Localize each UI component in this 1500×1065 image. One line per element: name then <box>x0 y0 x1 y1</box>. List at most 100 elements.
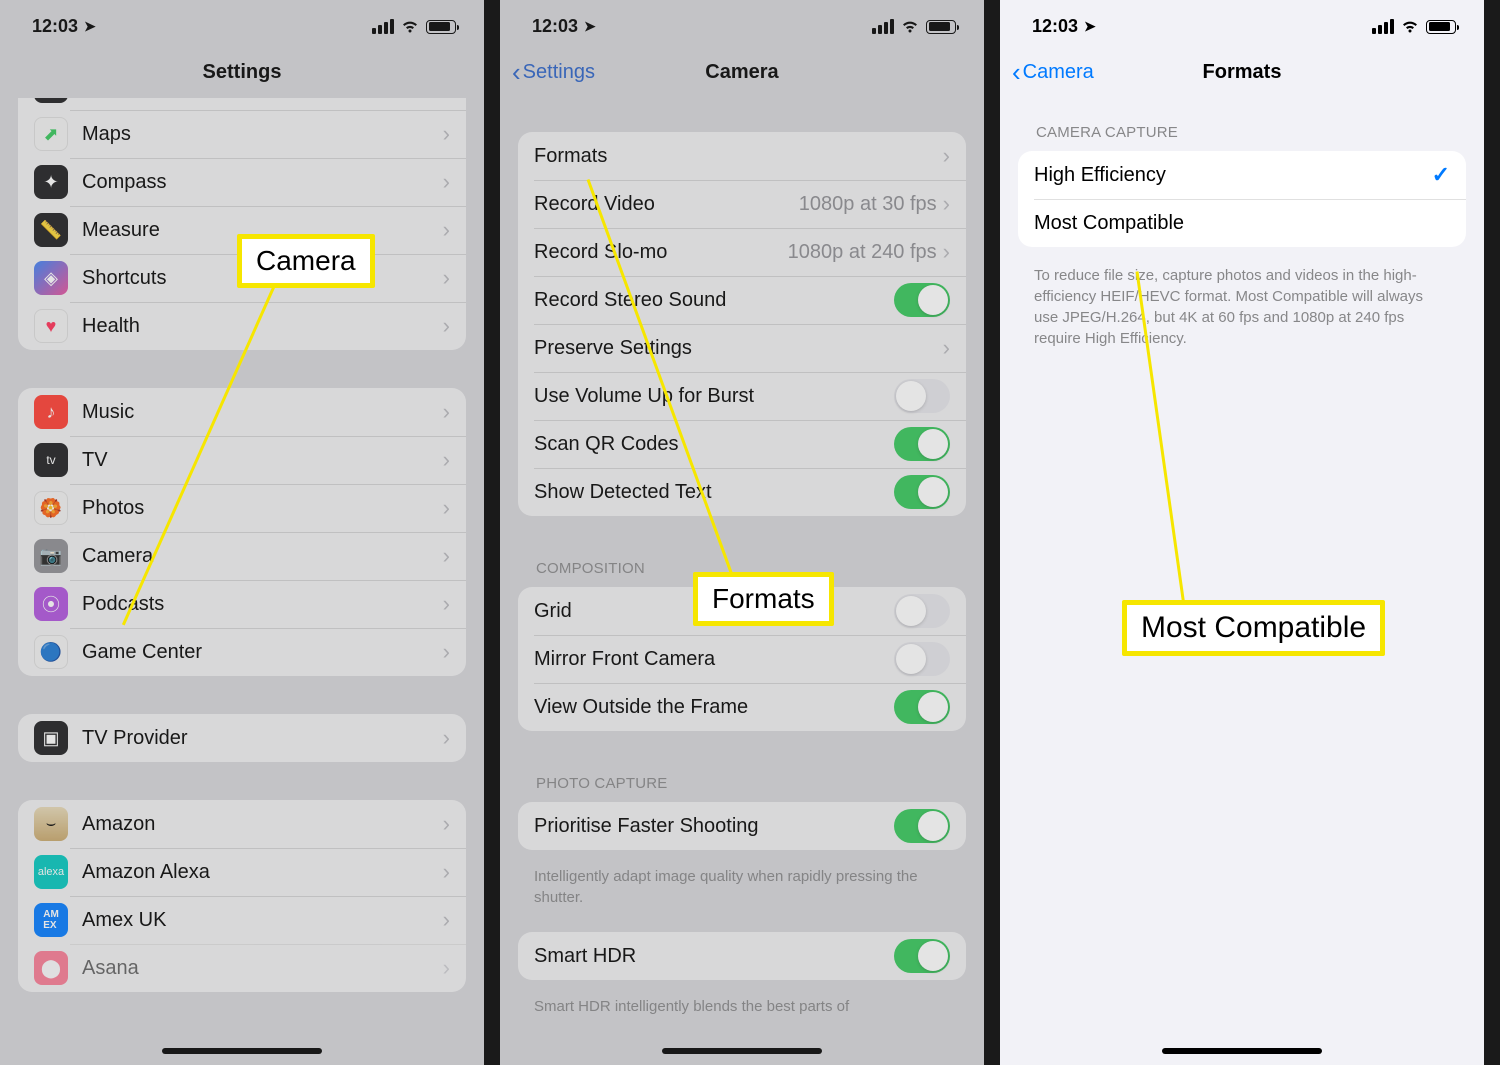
section-header-camera-capture: CAMERA CAPTURE <box>1000 118 1484 151</box>
settings-row-shortcuts[interactable]: ◈ Shortcuts › <box>18 254 466 302</box>
row-volume-burst: Use Volume Up for Burst <box>518 372 966 420</box>
screen-settings: 12:03 ➤ Settings 🔤 Translate › ⬈ Maps › … <box>0 0 500 1065</box>
row-record-video[interactable]: Record Video 1080p at 30 fps › <box>518 180 966 228</box>
volume-burst-toggle[interactable] <box>894 379 950 413</box>
battery-icon <box>926 20 956 34</box>
chevron-right-icon: › <box>443 495 450 521</box>
cellular-icon <box>372 19 394 34</box>
chevron-right-icon: › <box>443 725 450 751</box>
row-high-efficiency[interactable]: High Efficiency ✓ <box>1018 151 1466 199</box>
settings-row-maps[interactable]: ⬈ Maps › <box>18 110 466 158</box>
status-right <box>372 19 456 34</box>
back-label: Settings <box>523 61 595 84</box>
chevron-right-icon: › <box>443 907 450 933</box>
chevron-right-icon: › <box>943 191 950 217</box>
amex-icon: AMEX <box>34 903 68 937</box>
status-time-area: 12:03 ➤ <box>532 16 596 37</box>
row-scan-qr: Scan QR Codes <box>518 420 966 468</box>
chevron-right-icon: › <box>943 143 950 169</box>
nav-bar: Settings <box>0 46 484 98</box>
settings-row-asana[interactable]: ⬤ Asana › <box>18 944 466 992</box>
amazon-icon: ⌣ <box>34 807 68 841</box>
stereo-sound-toggle[interactable] <box>894 283 950 317</box>
chevron-left-icon: ‹ <box>512 59 521 85</box>
wifi-icon <box>1400 19 1420 34</box>
settings-row-measure[interactable]: 📏 Measure › <box>18 206 466 254</box>
screen-formats: 12:03 ➤ ‹ Camera Formats CAMERA CAPTURE … <box>1000 0 1500 1065</box>
mirror-front-toggle[interactable] <box>894 642 950 676</box>
scan-qr-toggle[interactable] <box>894 427 950 461</box>
chevron-right-icon: › <box>443 447 450 473</box>
status-bar: 12:03 ➤ <box>0 0 484 46</box>
chevron-right-icon: › <box>443 121 450 147</box>
settings-row-music[interactable]: ♪ Music › <box>18 388 466 436</box>
status-bar: 12:03 ➤ <box>1000 0 1484 46</box>
chevron-right-icon: › <box>443 265 450 291</box>
settings-row-tv[interactable]: tv TV › <box>18 436 466 484</box>
settings-group-media: ♪ Music › tv TV › 🏵️ Photos › 📷 Camera ›… <box>18 388 466 676</box>
settings-row-tvprovider[interactable]: ▣ TV Provider › <box>18 714 466 762</box>
maps-icon: ⬈ <box>34 117 68 151</box>
camera-settings-list[interactable]: Formats › Record Video 1080p at 30 fps ›… <box>500 98 984 1065</box>
status-time: 12:03 <box>532 16 578 37</box>
status-right <box>872 19 956 34</box>
settings-row-health[interactable]: ♥ Health › <box>18 302 466 350</box>
location-icon: ➤ <box>1084 18 1096 35</box>
row-detected-text: Show Detected Text <box>518 468 966 516</box>
settings-group-provider: ▣ TV Provider › <box>18 714 466 762</box>
formats-list[interactable]: CAMERA CAPTURE High Efficiency ✓ Most Co… <box>1000 98 1484 1065</box>
camera-group-photo2: Smart HDR <box>518 932 966 980</box>
back-button[interactable]: ‹ Camera <box>1012 59 1094 85</box>
home-indicator[interactable] <box>162 1048 322 1054</box>
settings-row-alexa[interactable]: alexa Amazon Alexa › <box>18 848 466 896</box>
settings-list[interactable]: 🔤 Translate › ⬈ Maps › ✦ Compass › 📏 Mea… <box>0 98 484 1065</box>
chevron-right-icon: › <box>443 169 450 195</box>
page-title: Settings <box>203 61 282 84</box>
chevron-right-icon: › <box>943 239 950 265</box>
nav-bar: ‹ Settings Camera <box>500 46 984 98</box>
settings-row-amex[interactable]: AMEX Amex UK › <box>18 896 466 944</box>
smart-hdr-toggle[interactable] <box>894 939 950 973</box>
cellular-icon <box>1372 19 1394 34</box>
tvprovider-icon: ▣ <box>34 721 68 755</box>
settings-row-photos[interactable]: 🏵️ Photos › <box>18 484 466 532</box>
settings-row-translate[interactable]: 🔤 Translate › <box>18 98 466 110</box>
asana-icon: ⬤ <box>34 951 68 985</box>
settings-row-camera[interactable]: 📷 Camera › <box>18 532 466 580</box>
back-button[interactable]: ‹ Settings <box>512 59 595 85</box>
camera-group-capture: Formats › Record Video 1080p at 30 fps ›… <box>518 132 966 516</box>
row-view-outside: View Outside the Frame <box>518 683 966 731</box>
settings-row-podcasts[interactable]: ⦿ Podcasts › <box>18 580 466 628</box>
settings-row-amazon[interactable]: ⌣ Amazon › <box>18 800 466 848</box>
row-grid: Grid <box>518 587 966 635</box>
status-right <box>1372 19 1456 34</box>
row-formats[interactable]: Formats › <box>518 132 966 180</box>
status-time: 12:03 <box>1032 16 1078 37</box>
status-time: 12:03 <box>32 16 78 37</box>
chevron-right-icon: › <box>443 859 450 885</box>
settings-row-gamecenter[interactable]: 🔵 Game Center › <box>18 628 466 676</box>
row-mirror-front: Mirror Front Camera <box>518 635 966 683</box>
footer-smart-hdr: Smart HDR intelligently blends the best … <box>500 990 984 1041</box>
status-time-area: 12:03 ➤ <box>32 16 96 37</box>
chevron-right-icon: › <box>443 811 450 837</box>
camera-group-composition: Grid Mirror Front Camera View Outside th… <box>518 587 966 731</box>
camera-icon: 📷 <box>34 539 68 573</box>
wifi-icon <box>400 19 420 34</box>
chevron-right-icon: › <box>443 591 450 617</box>
row-preserve-settings[interactable]: Preserve Settings › <box>518 324 966 372</box>
row-record-slomo[interactable]: Record Slo-mo 1080p at 240 fps › <box>518 228 966 276</box>
grid-toggle[interactable] <box>894 594 950 628</box>
settings-row-compass[interactable]: ✦ Compass › <box>18 158 466 206</box>
view-outside-toggle[interactable] <box>894 690 950 724</box>
home-indicator[interactable] <box>662 1048 822 1054</box>
home-indicator[interactable] <box>1162 1048 1322 1054</box>
location-icon: ➤ <box>584 18 596 35</box>
section-header-composition: COMPOSITION <box>500 554 984 587</box>
prioritise-faster-toggle[interactable] <box>894 809 950 843</box>
row-stereo-sound: Record Stereo Sound <box>518 276 966 324</box>
row-most-compatible[interactable]: Most Compatible <box>1018 199 1466 247</box>
chevron-right-icon: › <box>943 335 950 361</box>
detected-text-toggle[interactable] <box>894 475 950 509</box>
section-header-photo-capture: PHOTO CAPTURE <box>500 769 984 802</box>
